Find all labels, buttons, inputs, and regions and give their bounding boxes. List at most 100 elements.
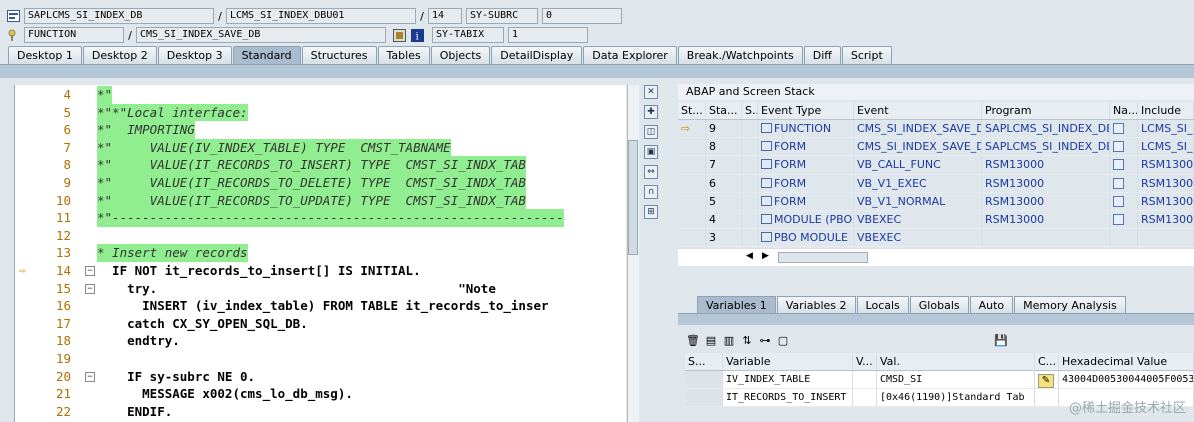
var-tab-locals[interactable]: Locals: [856, 296, 909, 314]
compare-icon[interactable]: ⇅: [740, 334, 754, 348]
var-col-header[interactable]: Variable: [723, 353, 853, 370]
stack-col-header[interactable]: Sta...: [706, 102, 742, 119]
tab-objects[interactable]: Objects: [430, 46, 491, 65]
event-type-icon: [761, 177, 772, 188]
var-col-header[interactable]: C...: [1035, 353, 1059, 370]
variable-change[interactable]: ✎: [1035, 371, 1059, 389]
where-used-icon[interactable]: [392, 28, 406, 42]
navigate-icon[interactable]: [1113, 159, 1124, 171]
stack-col-header[interactable]: S...: [742, 102, 758, 119]
tab-tables[interactable]: Tables: [377, 46, 430, 65]
fold-toggle-icon[interactable]: −: [85, 283, 95, 294]
tab-break-watchpoints[interactable]: Break./Watchpoints: [677, 46, 803, 65]
variable-row[interactable]: IV_INDEX_TABLE CMSD_SI ✎ 43004D00530044005F…: [685, 371, 1194, 390]
stack-type-icon: [742, 210, 758, 229]
network-icon[interactable]: ⊶: [758, 334, 772, 348]
tab-diff[interactable]: Diff: [803, 46, 841, 65]
save-icon[interactable]: 💾: [994, 334, 1008, 348]
variable-name[interactable]: IV_INDEX_TABLE: [723, 371, 853, 389]
var-select[interactable]: [685, 389, 723, 407]
variable-change[interactable]: [1035, 389, 1059, 407]
stack-row[interactable]: 3 PBO MODULE VBEXEC: [678, 229, 1194, 248]
stack-row[interactable]: 7FORMVB_CALL_FUNCRSM13000RSM13000: [678, 156, 1194, 175]
type-field[interactable]: FUNCTION: [24, 27, 124, 43]
header-row-program: SAPLCMS_SI_INDEX_DB / LCMS_SI_INDEX_DBU0…: [6, 7, 622, 25]
tab-data-explorer[interactable]: Data Explorer: [583, 46, 677, 65]
var-col-header[interactable]: V...: [853, 353, 877, 370]
stack-row[interactable]: 6FORMVB_V1_EXECRSM13000RSM13000: [678, 174, 1194, 193]
stack-row[interactable]: 8 FORM CMS_SI_INDEX_SAVE_DB SAPLCMS_SI_INDE…: [678, 138, 1194, 157]
navigate-icon[interactable]: [1113, 177, 1124, 189]
scroll-left-icon[interactable]: ◀: [746, 251, 753, 261]
stack-col-header[interactable]: Include: [1138, 102, 1194, 119]
tab-script[interactable]: Script: [841, 46, 892, 65]
stack-row[interactable]: ⇨ 9 FUNCTION CMS_SI_INDEX_SAVE_DB SAPLCMS_SI…: [678, 120, 1194, 139]
tab-detaildisplay[interactable]: DetailDisplay: [491, 46, 583, 65]
maximize-icon[interactable]: ▣: [644, 145, 658, 159]
stack-col-header[interactable]: Event: [854, 102, 982, 119]
var-col-header[interactable]: Val.: [877, 353, 1035, 370]
stack-row[interactable]: 4MODULE (PBO)VBEXECRSM13000RSM13000: [678, 210, 1194, 230]
tab-structures[interactable]: Structures: [301, 46, 377, 65]
sysval-field[interactable]: 0: [542, 8, 622, 24]
var-tab-variables-2[interactable]: Variables 2: [776, 296, 856, 314]
function-field[interactable]: CMS_SI_INDEX_SAVE_DB: [136, 27, 386, 43]
stack-program: RSM13000: [982, 174, 1110, 192]
close-icon[interactable]: ✕: [644, 85, 658, 99]
info-icon[interactable]: i: [410, 28, 424, 42]
sysvar2-field[interactable]: SY-TABIX: [432, 27, 504, 43]
stack-col-header[interactable]: Program: [982, 102, 1110, 119]
tab-desktop-2[interactable]: Desktop 2: [82, 46, 157, 65]
fold-toggle-icon[interactable]: −: [85, 371, 95, 382]
code-text: *" VALUE(IT_RECORDS_TO_DELETE) TYPE CMST…: [97, 174, 526, 192]
export-icon[interactable]: ▥: [722, 334, 736, 348]
delete-icon[interactable]: 🗑: [686, 334, 700, 348]
scroll-right-icon[interactable]: ▶: [762, 251, 769, 261]
stack-col-header[interactable]: Na...: [1110, 102, 1138, 119]
program-field[interactable]: SAPLCMS_SI_INDEX_DB: [24, 8, 214, 24]
navigate-icon[interactable]: [1113, 195, 1124, 207]
fold-toggle-icon[interactable]: −: [85, 266, 95, 276]
stack-num: 3: [706, 229, 742, 247]
variable-value[interactable]: [0x46(1190)]Standard Tab: [877, 389, 1035, 407]
swap-icon[interactable]: ⇔: [644, 165, 658, 179]
tab-desktop-3[interactable]: Desktop 3: [157, 46, 232, 65]
split-icon[interactable]: ◫: [644, 125, 658, 139]
sysval2-field[interactable]: 1: [508, 27, 588, 43]
stack-col-header[interactable]: St...: [678, 102, 706, 119]
var-tab-globals[interactable]: Globals: [909, 296, 969, 314]
var-tab-memory-analysis[interactable]: Memory Analysis: [1014, 296, 1126, 314]
include-field[interactable]: LCMS_SI_INDEX_DBU01: [226, 8, 416, 24]
navigate-icon[interactable]: [1113, 213, 1124, 225]
variables-toolbar: 🗑 ▤ ▥ ⇅ ⊶ ▢ 💾: [686, 334, 1012, 348]
var-col-header[interactable]: S...: [685, 353, 723, 370]
source-editor[interactable]: 4 *" 5 *"*"Local interface: 6 *" IMPORTING 7 *"…: [14, 85, 626, 422]
editor-scroll-thumb[interactable]: [628, 140, 638, 255]
line-number: 17: [55, 315, 71, 331]
var-tab-variables-1[interactable]: Variables 1: [697, 296, 776, 314]
edit-pencil-icon[interactable]: ✎: [1038, 374, 1054, 388]
stack-include: RSM13000: [1138, 156, 1194, 174]
headphones-icon[interactable]: ∩: [644, 185, 658, 199]
code-text: *" VALUE(IT_RECORDS_TO_INSERT) TYPE CMST…: [97, 156, 526, 174]
tab-standard[interactable]: Standard: [232, 46, 301, 65]
navigate-icon[interactable]: [1113, 141, 1124, 153]
new-icon[interactable]: ✚: [644, 105, 658, 119]
variable-name[interactable]: IT_RECORDS_TO_INSERT: [723, 389, 853, 407]
import-icon[interactable]: ▤: [704, 334, 718, 348]
tag-icon[interactable]: ▢: [776, 334, 790, 348]
stack-row[interactable]: 5FORMVB_V1_NORMALRSM13000RSM13000: [678, 192, 1194, 211]
tab-desktop-1[interactable]: Desktop 1: [8, 46, 82, 65]
sysvar-field[interactable]: SY-SUBRC: [466, 8, 538, 24]
layout-icon[interactable]: ⊞: [644, 205, 658, 219]
line-number: 7: [63, 139, 71, 155]
stack-col-header[interactable]: Event Type: [758, 102, 854, 119]
variable-value[interactable]: CMSD_SI: [877, 371, 1035, 389]
var-col-header[interactable]: Hexadecimal Value: [1059, 353, 1194, 370]
scroll-thumb[interactable]: [778, 252, 868, 263]
var-select[interactable]: [685, 371, 723, 389]
navigate-icon[interactable]: [1113, 123, 1124, 134]
stack-hscroll[interactable]: ◀ ▶: [678, 248, 1194, 266]
var-tab-auto[interactable]: Auto: [969, 296, 1014, 314]
line-field[interactable]: 14: [428, 8, 462, 24]
